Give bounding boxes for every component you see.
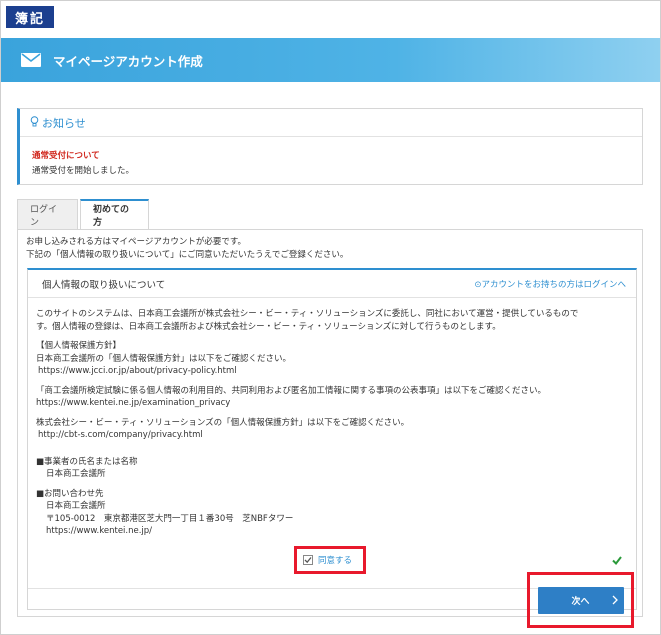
contact-url[interactable]: https://www.kentei.ne.jp/: [36, 526, 152, 536]
agree-checkbox[interactable]: [303, 555, 313, 565]
contact-heading: ■お問い合わせ先: [36, 488, 104, 499]
next-button-label: 次へ: [571, 596, 590, 607]
intro-text: お申し込みされる方はマイページアカウントが必要です。 下記の「個人情報の取り扱い…: [18, 230, 642, 268]
valid-check-icon: [612, 556, 622, 568]
login-link-label: アカウントをお持ちの方はログインへ: [481, 279, 626, 290]
page-title: マイページアカウント作成: [53, 53, 203, 69]
jcci-privacy-link[interactable]: https://www.jcci.or.jp/about/privacy-pol…: [36, 366, 237, 376]
intro-line-1: お申し込みされる方はマイページアカウントが必要です。: [26, 237, 246, 247]
next-button[interactable]: 次へ: [537, 586, 624, 614]
section3-text: 株式会社シー・ビー・ティ・ソリューションズの「個人情報保護方針」は以下をご確認く…: [36, 417, 410, 428]
cbt-privacy-link[interactable]: http://cbt-s.com/company/privacy.html: [36, 430, 203, 440]
agree-label[interactable]: 同意する: [318, 554, 352, 566]
tab-panel-first-time: お申し込みされる方はマイページアカウントが必要です。 下記の「個人情報の取り扱い…: [17, 229, 643, 617]
page-header: マイページアカウント作成: [1, 38, 660, 82]
contact-section: ■お問い合わせ先 日本商工会議所 〒105-0012 東京都港区芝大門一丁目１番…: [36, 488, 626, 538]
section1-heading: 【個人情報保護方針】: [36, 341, 122, 351]
intro-line-2: 下記の「個人情報の取り扱いについて」にご同意いただいたうえでご登録ください。: [26, 250, 349, 260]
contact-name: 日本商工会議所: [46, 501, 106, 511]
policy-section-2: 「商工会議所検定試験に係る個人情報の利用目的、共同利用および匿名加工情報に関する…: [36, 385, 626, 410]
tab-first-time[interactable]: 初めての方: [80, 199, 149, 230]
tab-login[interactable]: ログイン: [17, 199, 78, 230]
policy-para1-line1: このサイトのシステムは、日本商工会議所が株式会社シー・ビー・ティ・ソリューション…: [36, 309, 579, 319]
section2-text: 「商工会議所検定試験に係る個人情報の利用目的、共同利用および匿名加工情報に関する…: [36, 385, 547, 396]
tab-bar: ログイン 初めての方: [17, 199, 149, 230]
mail-icon: [21, 53, 41, 67]
operator-heading: ■事業者の氏名または名称: [36, 456, 138, 467]
notice-heading: お知らせ: [42, 116, 86, 130]
privacy-policy-title: 個人情報の取り扱いについて: [42, 279, 166, 291]
agree-highlight: 同意する: [294, 546, 366, 574]
kentei-privacy-link[interactable]: https://www.kentei.ne.jp/examination_pri…: [36, 398, 230, 408]
chevron-right-icon: [612, 594, 618, 609]
operator-section: ■事業者の氏名または名称 日本商工会議所: [36, 456, 626, 481]
contact-address: 〒105-0012 東京都港区芝大門一丁目１番30号 芝NBFタワー: [46, 513, 294, 524]
privacy-policy-card: 個人情報の取り扱いについて ⊙アカウントをお持ちの方はログインへ このサイトのシ…: [27, 268, 637, 610]
privacy-policy-body: このサイトのシステムは、日本商工会議所が株式会社シー・ビー・ティ・ソリューション…: [28, 298, 636, 538]
login-link[interactable]: ⊙アカウントをお持ちの方はログインへ: [474, 278, 626, 290]
policy-paragraph-1: このサイトのシステムは、日本商工会議所が株式会社シー・ビー・ティ・ソリューション…: [36, 308, 626, 333]
section1-text: 日本商工会議所の「個人情報保護方針」は以下をご確認ください。: [36, 353, 292, 364]
notice-subject: 通常受付について: [32, 151, 100, 161]
policy-para1-line2: す。個人情報の登録は、日本商工会議所および株式会社シー・ビー・ティ・ソリューショ…: [36, 321, 501, 332]
next-highlight: 次へ: [527, 572, 634, 628]
notice-panel: お知らせ 通常受付について 通常受付を開始しました。: [17, 108, 643, 185]
notice-header: お知らせ: [20, 109, 642, 137]
policy-section-3: 株式会社シー・ビー・ティ・ソリューションズの「個人情報保護方針」は以下をご確認く…: [36, 417, 626, 442]
operator-name: 日本商工会議所: [46, 469, 106, 479]
privacy-policy-header: 個人情報の取り扱いについて ⊙アカウントをお持ちの方はログインへ: [28, 270, 636, 298]
checkmark-icon: [304, 557, 312, 564]
lightbulb-icon: [30, 115, 39, 130]
policy-section-1: 【個人情報保護方針】 日本商工会議所の「個人情報保護方針」は以下をご確認ください…: [36, 340, 626, 378]
notice-message: 通常受付を開始しました。: [32, 166, 135, 176]
logo: 簿記: [6, 6, 54, 28]
